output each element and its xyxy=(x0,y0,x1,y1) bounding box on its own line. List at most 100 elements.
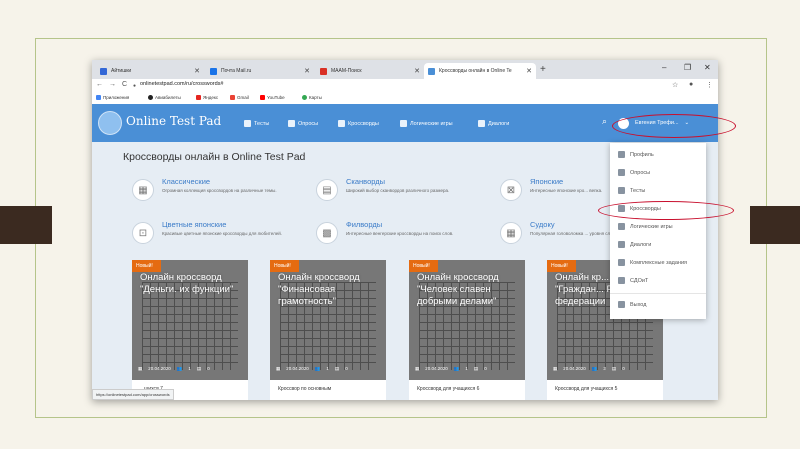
account-icon[interactable]: ● xyxy=(689,81,693,88)
bookmark-label: Карты xyxy=(309,95,322,100)
dropdown-label: Тесты xyxy=(630,187,646,194)
logo-text[interactable]: Online Test Pad xyxy=(126,114,221,128)
category-title[interactable]: Японские xyxy=(530,177,563,186)
star-icon[interactable]: ☆ xyxy=(672,81,678,89)
comment-icon: ▤ xyxy=(611,366,617,371)
bookmark-apps[interactable]: Приложения xyxy=(96,95,129,100)
tab-label: Почта Mail.ru xyxy=(221,68,252,74)
tests-icon xyxy=(618,187,625,194)
calendar-icon: ▦ xyxy=(553,366,558,371)
card-meta: ▦ 20.04.2020 👥 1 ▤ 0 xyxy=(138,366,210,372)
category-scanword[interactable]: ▤ Сканворды Широкий выбор сканвордов раз… xyxy=(316,177,496,211)
polls-icon xyxy=(288,120,295,127)
card-users: 1 xyxy=(326,366,329,371)
menu-dots-icon[interactable]: ⋮ xyxy=(706,81,713,89)
browser-tab-active[interactable]: Кроссворды онлайн в Online Te ✕ xyxy=(424,63,536,79)
annotation-ellipse-user xyxy=(612,114,736,138)
card-date: 20.04.2020 xyxy=(148,366,171,371)
dropdown-label: Опросы xyxy=(630,169,651,176)
status-bar-url: https://onlinetestpad.com/app/crosswords xyxy=(92,389,174,400)
logic-games-icon xyxy=(400,120,407,127)
card-title[interactable]: Онлайн кроссворд "Финансовая грамотность… xyxy=(278,272,382,308)
nav-tests[interactable]: Тесты xyxy=(244,120,269,127)
card-footer: Кроссворд для учащихся 6 xyxy=(409,380,525,400)
category-color-japanese[interactable]: ⊡ Цветные японские Красивые цветные япон… xyxy=(132,220,312,254)
forward-icon[interactable]: → xyxy=(109,81,116,88)
search-icon[interactable]: ⌕ xyxy=(602,116,607,127)
card-title[interactable]: Онлайн кроссворд "Человек славен добрыми… xyxy=(417,272,521,308)
new-badge: Новый! xyxy=(409,260,438,272)
window-close-icon[interactable]: ✕ xyxy=(704,63,711,72)
category-title[interactable]: Судоку xyxy=(530,220,555,229)
nav-dialogs[interactable]: Диалоги xyxy=(478,120,509,127)
bookmark-avia[interactable]: Авиабилеты xyxy=(148,95,181,100)
close-icon[interactable]: ✕ xyxy=(526,67,532,75)
category-desc: Интересные венгерские кроссворды на поис… xyxy=(346,231,454,236)
browser-tab[interactable]: МААМ-Поиск ✕ xyxy=(316,63,424,79)
new-badge: Новый! xyxy=(132,260,161,272)
page-title: Кроссворды онлайн в Online Test Pad xyxy=(123,151,306,163)
comment-icon: ▤ xyxy=(473,366,479,371)
dropdown-item-profile[interactable]: Профиль xyxy=(618,151,654,158)
dropdown-item-logout[interactable]: Выход xyxy=(618,301,646,308)
browser-tab[interactable]: Айтишки ✕ xyxy=(96,63,204,79)
category-title[interactable]: Филворды xyxy=(346,220,382,229)
new-tab-icon[interactable]: + xyxy=(540,64,546,75)
bookmark-gmail[interactable]: Gmail xyxy=(230,95,249,100)
bookmark-yandex[interactable]: Яндекс xyxy=(196,95,218,100)
nav-label: Опросы xyxy=(298,120,319,127)
nav-label: Тесты xyxy=(254,120,270,127)
dropdown-label: Логические игры xyxy=(630,223,673,230)
calendar-icon: ▦ xyxy=(415,366,420,371)
slide-decor-left xyxy=(0,206,52,244)
card-meta: ▦ 20.04.2020 👥 1 ▤ 0 xyxy=(415,366,487,372)
category-title[interactable]: Сканворды xyxy=(346,177,385,186)
bookmark-label: YouTube xyxy=(267,95,285,100)
card-comments: 0 xyxy=(622,366,625,371)
classic-grid-icon: ▦ xyxy=(132,179,154,201)
maximize-icon[interactable]: ❐ xyxy=(684,63,691,72)
dropdown-item-dialogs[interactable]: Диалоги xyxy=(618,241,651,248)
card-comments: 0 xyxy=(207,366,210,371)
browser-tab[interactable]: Почта Mail.ru ✕ xyxy=(206,63,314,79)
category-title[interactable]: Цветные японские xyxy=(162,220,226,229)
nav-polls[interactable]: Опросы xyxy=(288,120,318,127)
close-icon[interactable]: ✕ xyxy=(194,67,200,75)
crossword-card[interactable]: Новый! Онлайн кроссворд "Деньги. их функ… xyxy=(132,260,248,400)
calendar-icon: ▦ xyxy=(138,366,143,371)
dialogs-icon xyxy=(618,241,625,248)
address-bar-row: ← → C ● onlinetestpad.com/ru/crosswords#… xyxy=(92,79,718,93)
polls-icon xyxy=(618,169,625,176)
dropdown-label: Комплексные задания xyxy=(630,259,688,266)
users-icon: 👥 xyxy=(591,366,598,371)
yandex-icon xyxy=(196,95,201,100)
dropdown-item-polls[interactable]: Опросы xyxy=(618,169,650,176)
card-users: 1 xyxy=(465,366,468,371)
card-date: 20.04.2020 xyxy=(563,366,586,371)
nav-crosswords[interactable]: Кроссворды xyxy=(338,120,379,127)
dropdown-item-complex-tasks[interactable]: Комплексные задания xyxy=(618,259,687,266)
crossword-card[interactable]: Новый! Онлайн кроссворд "Финансовая грам… xyxy=(270,260,386,400)
users-icon: 👥 xyxy=(453,366,460,371)
category-fillword[interactable]: ▩ Филворды Интересные венгерские кроссво… xyxy=(316,220,496,254)
category-classic[interactable]: ▦ Классические Огромная коллекция кроссв… xyxy=(132,177,312,211)
minimize-icon[interactable]: – xyxy=(662,63,666,72)
dropdown-item-logic-games[interactable]: Логические игры xyxy=(618,223,673,230)
crossword-card[interactable]: Новый! Онлайн кроссворд "Человек славен … xyxy=(409,260,525,400)
new-badge: Новый! xyxy=(270,260,299,272)
dropdown-item-sdoit[interactable]: СДОиТ xyxy=(618,277,648,284)
reload-icon[interactable]: C xyxy=(122,81,127,88)
back-icon[interactable]: ← xyxy=(96,81,103,88)
slide-decor-right xyxy=(750,206,800,244)
nav-logic-games[interactable]: Логические игры xyxy=(400,120,453,127)
card-title[interactable]: Онлайн кроссворд "Деньги. их функции" xyxy=(140,272,244,296)
close-icon[interactable]: ✕ xyxy=(414,67,420,75)
category-title[interactable]: Классические xyxy=(162,177,210,186)
logo-icon[interactable] xyxy=(98,111,122,135)
bookmark-youtube[interactable]: YouTube xyxy=(260,95,285,100)
address-input[interactable]: onlinetestpad.com/ru/crosswords# xyxy=(140,81,223,87)
bookmark-maps[interactable]: Карты xyxy=(302,95,322,100)
close-icon[interactable]: ✕ xyxy=(304,67,310,75)
dropdown-item-tests[interactable]: Тесты xyxy=(618,187,645,194)
map-pin-icon xyxy=(302,95,307,100)
